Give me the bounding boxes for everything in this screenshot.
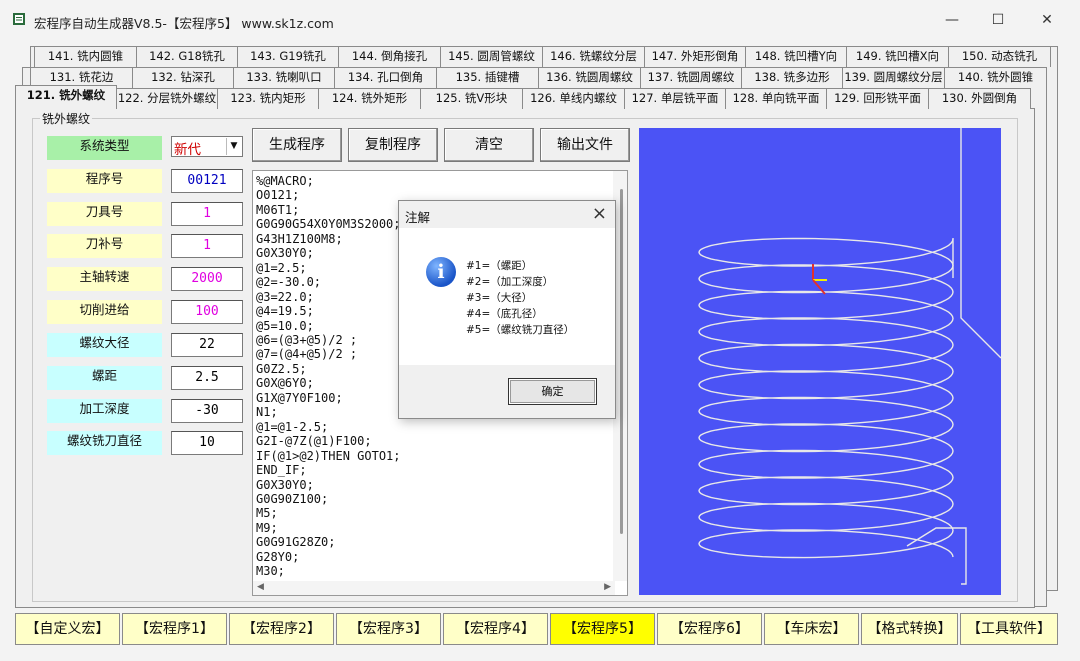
- tab-128[interactable]: 128. 单向铣平面: [725, 88, 827, 109]
- tab-139[interactable]: 139. 圆周螺纹分层: [842, 67, 945, 88]
- dropdown-arrow-icon[interactable]: ▼: [226, 138, 241, 155]
- program-code-text: %@MACRO; O0121; M06T1; G0G90G54X0Y0M3S20…: [256, 174, 401, 579]
- dialog-close-icon[interactable]: ×: [592, 203, 607, 224]
- feed-field[interactable]: 100: [171, 300, 243, 324]
- tab-125[interactable]: 125. 铣V形块: [420, 88, 523, 109]
- param-label-spindle-speed: 主轴转速: [47, 267, 162, 291]
- param-label-major-diameter: 螺纹大径: [47, 333, 162, 357]
- param-label-depth: 加工深度: [47, 399, 162, 423]
- nav-macro-5[interactable]: 【宏程序5】: [550, 613, 655, 645]
- nav-macro-2[interactable]: 【宏程序2】: [229, 613, 334, 645]
- tab-146[interactable]: 146. 铣螺纹分层: [542, 46, 645, 67]
- nav-tool-software[interactable]: 【工具软件】: [960, 613, 1058, 645]
- approach-path: [960, 128, 1001, 359]
- nav-macro-4[interactable]: 【宏程序4】: [443, 613, 548, 645]
- tab-row-1: 141. 铣内圆锥 142. G18铣孔 143. G19铣孔 144. 倒角接…: [34, 46, 1051, 67]
- tab-135[interactable]: 135. 插键槽: [436, 67, 539, 88]
- tab-149[interactable]: 149. 铣凹槽X向: [846, 46, 949, 67]
- depth-field[interactable]: -30: [171, 399, 243, 423]
- nav-format-convert[interactable]: 【格式转换】: [861, 613, 958, 645]
- param-label-system-type: 系统类型: [47, 136, 162, 160]
- tab-121[interactable]: 121. 铣外螺纹: [15, 85, 117, 109]
- group-title: 铣外螺纹: [40, 110, 93, 127]
- horizontal-scrollbar[interactable]: ◀ ▶: [253, 581, 615, 595]
- cutter-diameter-field[interactable]: 10: [171, 431, 243, 455]
- vertical-scroll-thumb[interactable]: [620, 189, 623, 534]
- export-file-button[interactable]: 输出文件: [540, 128, 630, 162]
- close-window-button[interactable]: ✕: [1036, 9, 1058, 31]
- dialog-body: i #1=（螺距） #2=（加工深度） #3=（大径） #4=（底孔径） #5=…: [399, 228, 615, 365]
- tab-129[interactable]: 129. 回形铣平面: [826, 88, 929, 109]
- dialog-line: #1=（螺距）: [466, 260, 533, 272]
- tab-138[interactable]: 138. 铣多边形: [741, 67, 843, 88]
- nav-macro-3[interactable]: 【宏程序3】: [336, 613, 441, 645]
- tab-row-3: 121. 铣外螺纹 122. 分层铣外螺纹 123. 铣内矩形 124. 铣外矩…: [15, 85, 1031, 109]
- window-title: 宏程序自动生成器V8.5-【宏程序5】 www.sk1z.com: [34, 16, 334, 31]
- tab-123[interactable]: 123. 铣内矩形: [217, 88, 319, 109]
- tab-147[interactable]: 147. 外矩形倒角: [644, 46, 746, 67]
- tab-141[interactable]: 141. 铣内圆锥: [34, 46, 137, 67]
- minimize-button[interactable]: —: [941, 9, 963, 31]
- tab-134[interactable]: 134. 孔口倒角: [334, 67, 437, 88]
- tab-137[interactable]: 137. 铣圆周螺纹: [640, 67, 742, 88]
- tab-126[interactable]: 126. 单线内螺纹: [522, 88, 625, 109]
- tab-136[interactable]: 136. 铣圆周螺纹: [538, 67, 641, 88]
- info-icon: i: [426, 257, 456, 287]
- system-type-value: 新代: [174, 142, 201, 158]
- clear-button[interactable]: 清空: [444, 128, 534, 162]
- program-no-field[interactable]: 00121: [171, 169, 243, 193]
- tab-122[interactable]: 122. 分层铣外螺纹: [116, 88, 218, 109]
- major-diameter-field[interactable]: 22: [171, 333, 243, 357]
- nav-macro-1[interactable]: 【宏程序1】: [122, 613, 227, 645]
- tab-130[interactable]: 130. 外圆倒角: [928, 88, 1031, 109]
- app-icon: [13, 13, 25, 25]
- annotation-dialog: 注解 × i #1=（螺距） #2=（加工深度） #3=（大径） #4=（底孔径…: [398, 200, 616, 419]
- dialog-title: 注解: [405, 210, 431, 225]
- param-label-program-no: 程序号: [47, 169, 162, 193]
- dialog-line: #4=（底孔径）: [466, 308, 543, 320]
- dialog-line: #3=（大径）: [466, 292, 533, 304]
- tool-no-field[interactable]: 1: [171, 202, 243, 226]
- param-label-offset-no: 刀补号: [47, 234, 162, 258]
- tab-148[interactable]: 148. 铣凹槽Y向: [745, 46, 847, 67]
- retract-path: [906, 527, 967, 585]
- generate-program-button[interactable]: 生成程序: [252, 128, 342, 162]
- tab-142[interactable]: 142. G18铣孔: [136, 46, 238, 67]
- scroll-right-icon[interactable]: ▶: [604, 582, 611, 592]
- nav-lathe-macro[interactable]: 【车床宏】: [764, 613, 859, 645]
- tab-145[interactable]: 145. 圆周管螺纹: [440, 46, 543, 67]
- scroll-left-icon[interactable]: ◀: [257, 582, 264, 592]
- maximize-button[interactable]: ☐: [987, 9, 1009, 31]
- copy-program-button[interactable]: 复制程序: [348, 128, 438, 162]
- param-label-pitch: 螺距: [47, 366, 162, 390]
- spindle-speed-field[interactable]: 2000: [171, 267, 243, 291]
- nav-custom-macro[interactable]: 【自定义宏】: [15, 613, 120, 645]
- nav-macro-6[interactable]: 【宏程序6】: [657, 613, 762, 645]
- param-label-cutter-diameter: 螺纹铣刀直径: [47, 431, 162, 455]
- helix-path: [698, 237, 954, 559]
- system-type-select[interactable]: 新代 ▼: [171, 136, 243, 158]
- tab-127[interactable]: 127. 单层铣平面: [624, 88, 726, 109]
- pitch-field[interactable]: 2.5: [171, 366, 243, 390]
- title-bar: 宏程序自动生成器V8.5-【宏程序5】 www.sk1z.com — ☐ ✕: [0, 0, 1080, 40]
- dialog-line: #2=（加工深度）: [466, 276, 554, 288]
- tab-143[interactable]: 143. G19铣孔: [237, 46, 339, 67]
- tab-140[interactable]: 140. 铣外圆锥: [944, 67, 1047, 88]
- tab-133[interactable]: 133. 铣喇叭口: [233, 67, 335, 88]
- param-label-tool-no: 刀具号: [47, 202, 162, 226]
- toolpath-viewport[interactable]: [639, 128, 1001, 595]
- dialog-line: #5=（螺纹铣刀直径）: [466, 324, 575, 336]
- tab-150[interactable]: 150. 动态铣孔: [948, 46, 1051, 67]
- tab-124[interactable]: 124. 铣外矩形: [318, 88, 421, 109]
- helix-toolpath: [698, 128, 1001, 585]
- offset-no-field[interactable]: 1: [171, 234, 243, 258]
- param-label-feed: 切削进给: [47, 300, 162, 324]
- tab-132[interactable]: 132. 钻深孔: [132, 67, 234, 88]
- tab-row-2: 131. 铣花边 132. 钻深孔 133. 铣喇叭口 134. 孔口倒角 13…: [30, 67, 1047, 88]
- dialog-ok-button[interactable]: 确定: [508, 378, 597, 405]
- tab-144[interactable]: 144. 倒角接孔: [338, 46, 441, 67]
